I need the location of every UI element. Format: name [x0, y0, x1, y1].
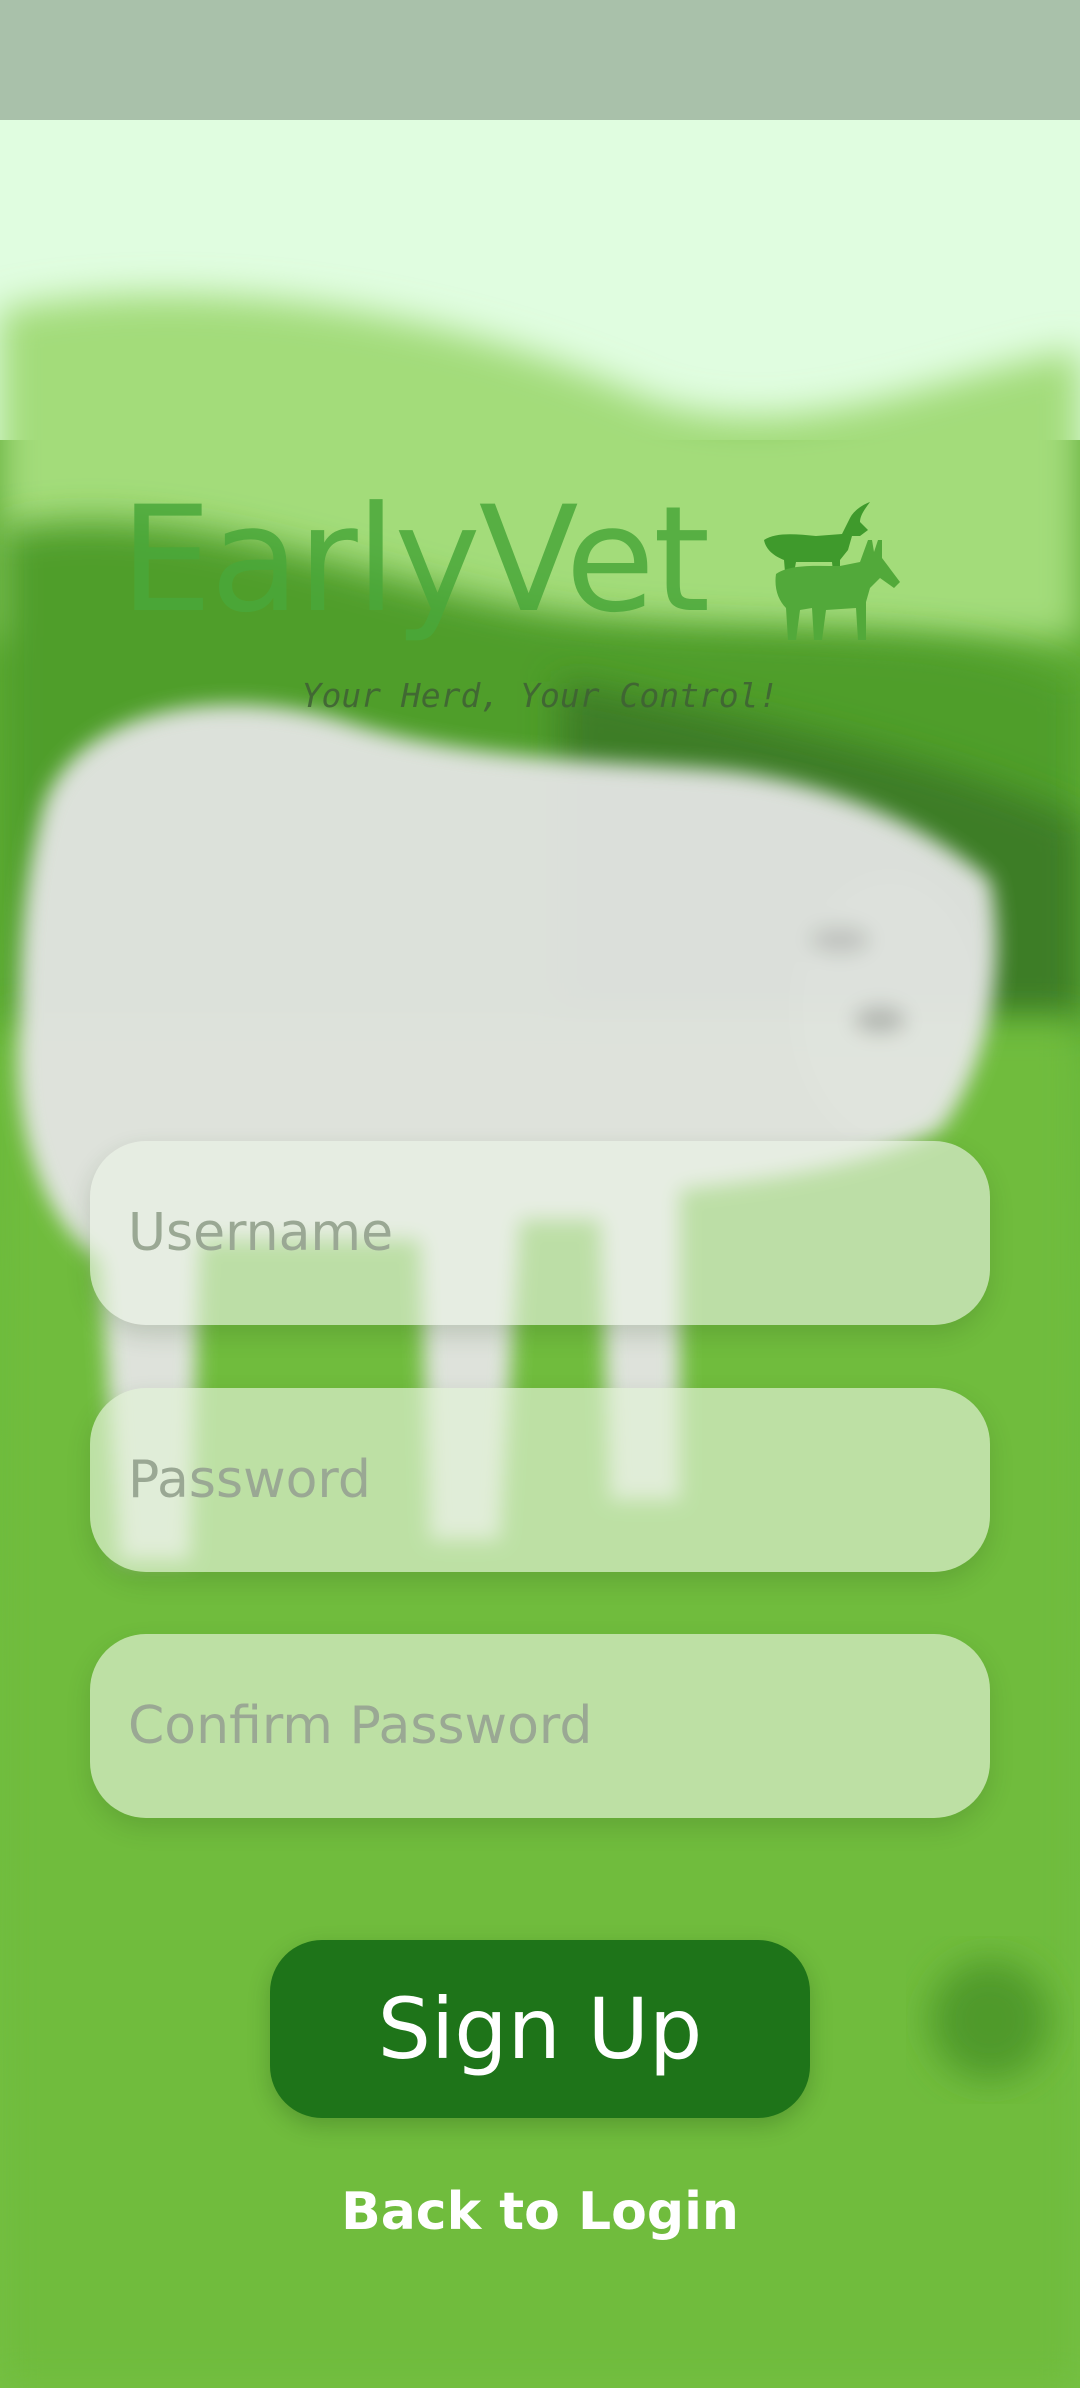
signup-screen: EarlyVet Your Herd, Your Control! Sign U…	[0, 0, 1080, 2388]
tagline: Your Herd, Your Control!	[301, 676, 779, 715]
back-to-login-link[interactable]: Back to Login	[0, 2182, 1080, 2242]
app-logo-text: EarlyVet	[120, 475, 710, 645]
status-bar	[0, 0, 1080, 120]
username-field[interactable]	[90, 1141, 990, 1325]
sign-up-button[interactable]: Sign Up	[270, 1940, 810, 2118]
app-logo: EarlyVet	[120, 480, 960, 660]
goat-and-donkey-icon	[764, 502, 900, 640]
password-field[interactable]	[90, 1388, 990, 1572]
confirm-password-field[interactable]	[90, 1634, 990, 1818]
username-input[interactable]	[126, 1202, 990, 1264]
password-input[interactable]	[126, 1449, 990, 1511]
confirm-password-input[interactable]	[126, 1695, 990, 1757]
